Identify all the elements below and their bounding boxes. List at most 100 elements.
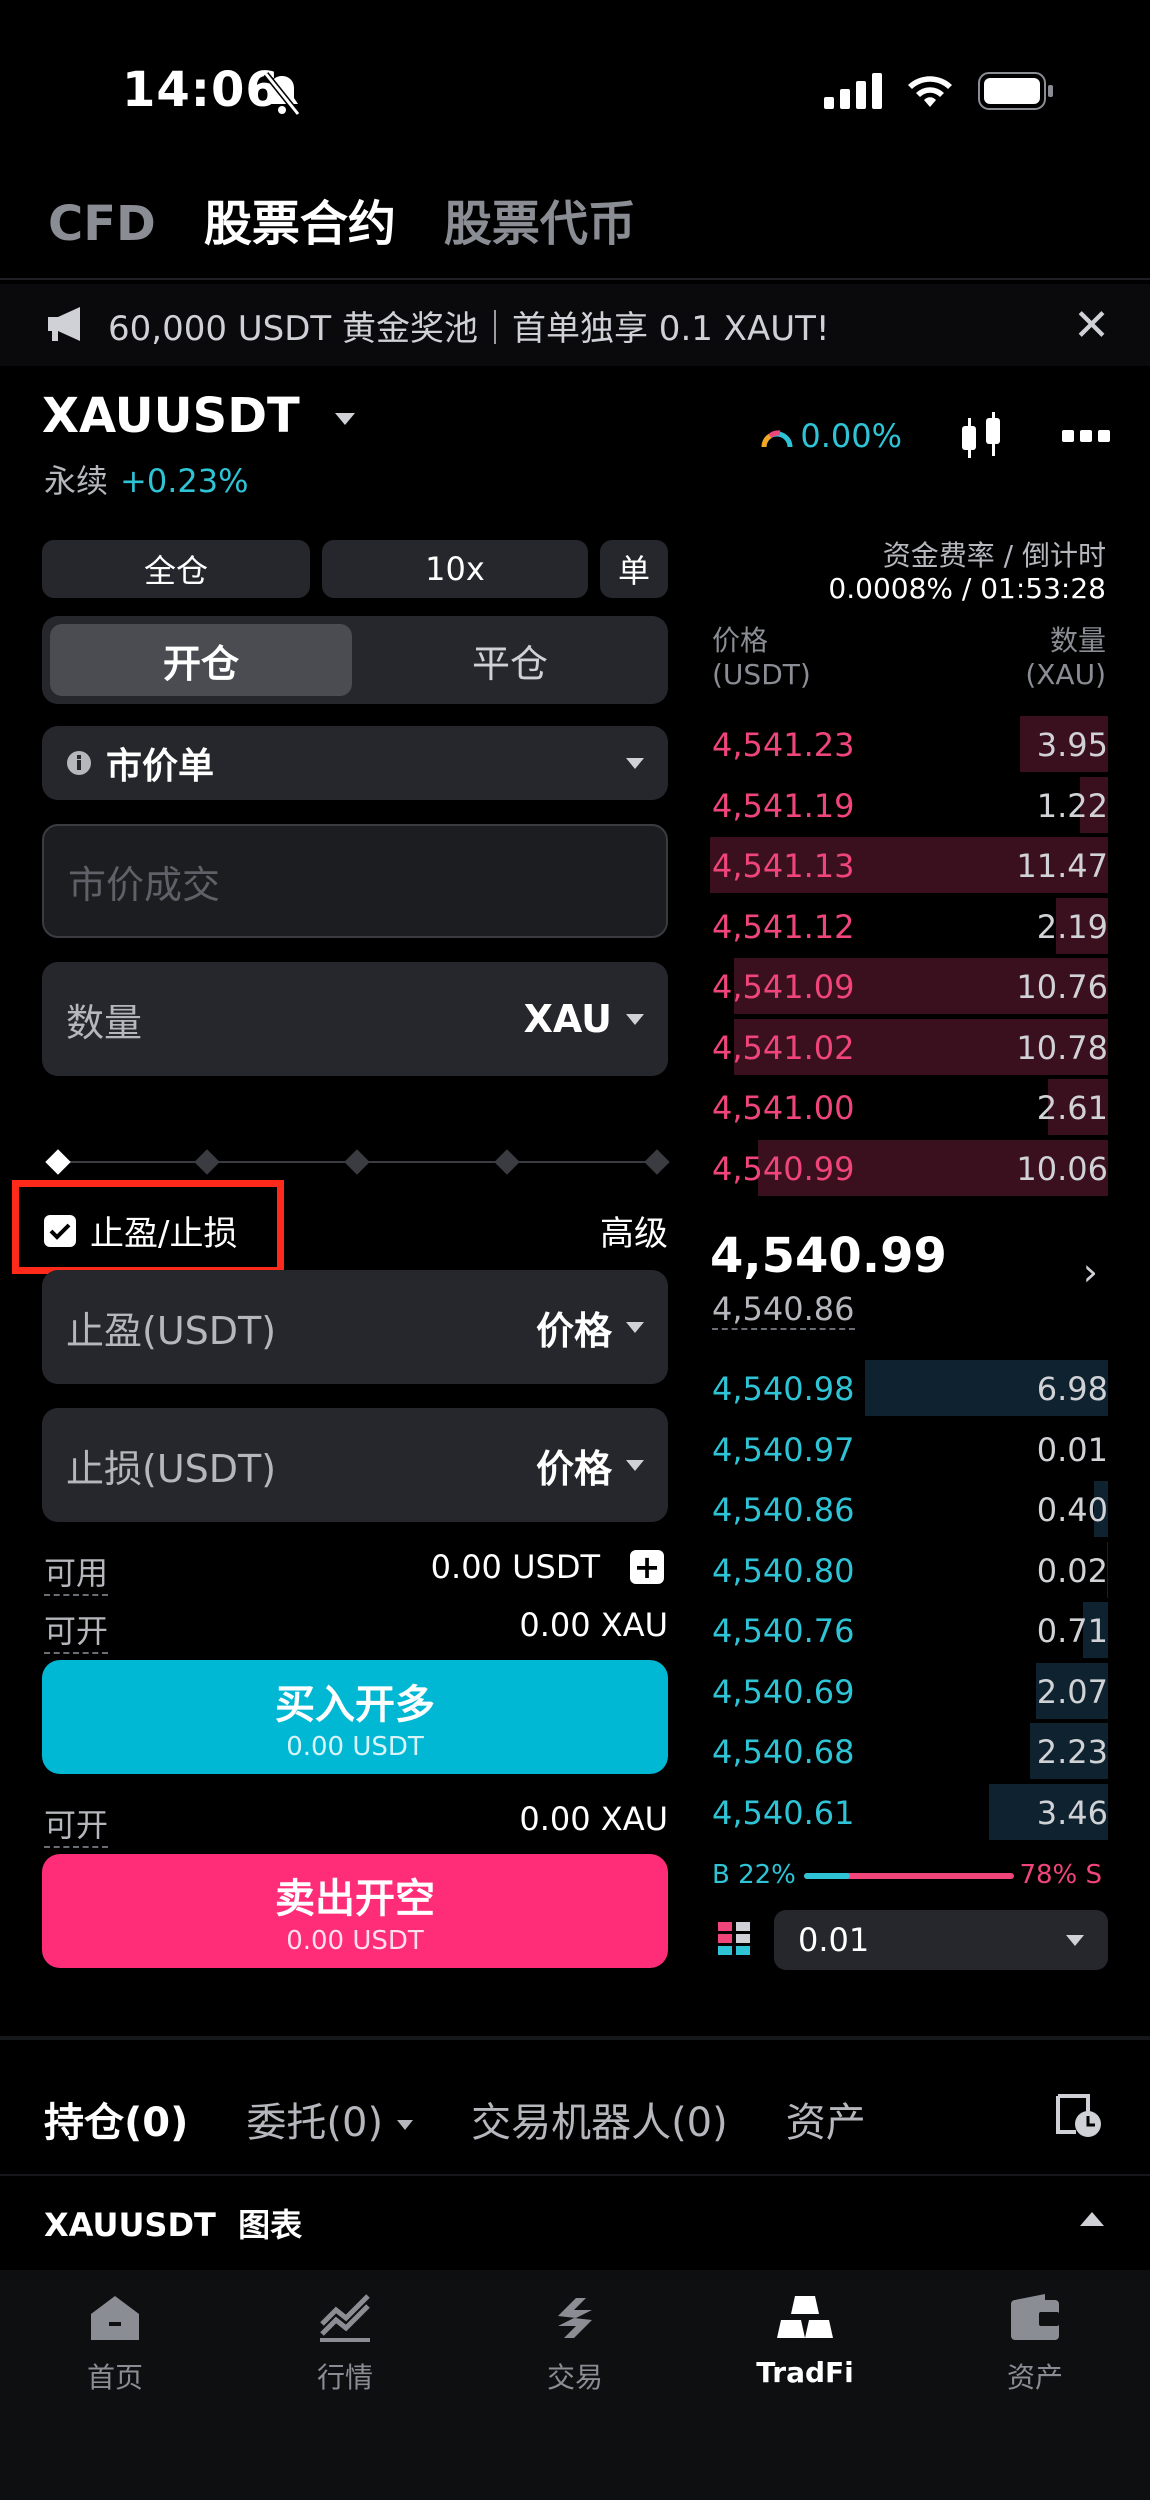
- ratio-bar: [804, 1873, 1014, 1879]
- close-icon[interactable]: ✕: [1073, 300, 1110, 351]
- advanced-link[interactable]: 高级: [600, 1206, 668, 1255]
- ask-row[interactable]: 4,541.19 1.22: [710, 775, 1108, 835]
- nav-markets[interactable]: 行情: [270, 2294, 420, 2396]
- ask-price: 4,541.12: [712, 907, 855, 946]
- bid-price: 4,540.86: [712, 1491, 855, 1529]
- slider-step[interactable]: [494, 1149, 520, 1175]
- orderbook-layout-icon[interactable]: [718, 1922, 752, 1960]
- stop-loss-mode[interactable]: 价格: [536, 1438, 612, 1493]
- ask-price: 4,541.02: [712, 1028, 855, 1067]
- chevron-down-icon: [1066, 1934, 1084, 1946]
- gauge-indicator[interactable]: 0.00%: [760, 417, 902, 455]
- nav-trade-label: 交易: [546, 2361, 603, 2394]
- bid-price: 4,540.76: [712, 1612, 855, 1650]
- can-open-long-label[interactable]: 可开: [44, 1606, 109, 1654]
- precision-select[interactable]: 0.01: [774, 1910, 1108, 1970]
- bid-row[interactable]: 4,540.68 2.23: [710, 1721, 1108, 1781]
- tab-cfd[interactable]: CFD: [48, 196, 156, 252]
- bid-row[interactable]: 4,540.69 2.07: [710, 1661, 1108, 1721]
- stop-loss-label: 止损(USDT): [66, 1446, 277, 1491]
- bid-price: 4,540.61: [712, 1793, 855, 1832]
- nav-assets[interactable]: 资产: [960, 2294, 1110, 2396]
- tab-positions[interactable]: 持仓(0): [44, 2090, 188, 2148]
- bid-row[interactable]: 4,540.97 0.01: [710, 1419, 1108, 1479]
- nav-home-label: 首页: [86, 2361, 143, 2394]
- available-label[interactable]: 可用: [44, 1548, 109, 1596]
- take-profit-mode[interactable]: 价格: [536, 1300, 612, 1355]
- orderbook-qty-header: 数量 (XAU): [1025, 624, 1106, 692]
- tab-stock-contract[interactable]: 股票合约: [204, 184, 396, 254]
- battery-icon: [978, 72, 1053, 110]
- nav-trade[interactable]: 交易: [500, 2294, 650, 2396]
- sell-sub: 0.00 USDT: [286, 1926, 424, 1956]
- ask-row[interactable]: 4,540.99 10.06: [710, 1138, 1108, 1198]
- ask-price: 4,541.09: [712, 968, 855, 1006]
- tab-close[interactable]: 平仓: [360, 624, 660, 696]
- bid-price: 4,540.97: [712, 1430, 855, 1469]
- ask-price: 4,541.23: [712, 726, 855, 764]
- order-type-select[interactable]: 市价单: [42, 726, 668, 800]
- announcement-bar[interactable]: 60,000 USDT 黄金奖池｜首单独享 0.1 XAUT!: [0, 284, 1150, 366]
- bid-qty: 0.02: [1036, 1551, 1108, 1590]
- mark-price[interactable]: 4,540.86: [712, 1290, 855, 1330]
- bottom-tabs: 持仓(0) 委托(0) 交易机器人(0) 资产: [44, 2090, 866, 2148]
- announcement-text: 60,000 USDT 黄金奖池｜首单独享 0.1 XAUT!: [108, 308, 830, 349]
- bid-qty: 2.23: [1036, 1733, 1108, 1771]
- sell-short-button[interactable]: 卖出开空 0.00 USDT: [42, 1854, 668, 1968]
- ask-row[interactable]: 4,541.13 11.47: [710, 835, 1108, 895]
- tab-open[interactable]: 开仓: [50, 624, 352, 696]
- leverage-button[interactable]: 10x: [322, 540, 588, 598]
- ask-row[interactable]: 4,541.12 2.19: [710, 896, 1108, 956]
- tpsl-checkbox[interactable]: 止盈/止损: [44, 1206, 237, 1255]
- history-icon[interactable]: [1054, 2090, 1104, 2138]
- stop-loss-input[interactable]: 止损(USDT) 价格: [42, 1408, 668, 1522]
- candlestick-chart-icon[interactable]: [958, 412, 1006, 460]
- take-profit-input[interactable]: 止盈(USDT) 价格: [42, 1270, 668, 1384]
- ask-qty: 2.61: [1036, 1089, 1108, 1127]
- bid-row[interactable]: 4,540.86 0.40: [710, 1479, 1108, 1539]
- tab-stock-token[interactable]: 股票代币: [444, 184, 636, 254]
- funding-rate-label[interactable]: 资金费率 / 倒计时: [883, 534, 1106, 574]
- can-open-long-value: 0.00 XAU: [519, 1606, 668, 1644]
- divider: [0, 278, 1150, 280]
- nav-tradfi-label: TradFi: [756, 2356, 854, 2389]
- ask-row[interactable]: 4,541.02 10.78: [710, 1017, 1108, 1077]
- quantity-unit[interactable]: XAU: [524, 997, 612, 1041]
- tab-bots[interactable]: 交易机器人(0): [471, 2090, 728, 2148]
- ask-row[interactable]: 4,541.00 2.61: [710, 1077, 1108, 1137]
- slider-handle[interactable]: [45, 1149, 71, 1175]
- ask-row[interactable]: 4,541.09 10.76: [710, 956, 1108, 1016]
- more-menu-icon[interactable]: [1062, 430, 1110, 442]
- tab-orders[interactable]: 委托(0): [246, 2090, 414, 2148]
- slider-step[interactable]: [644, 1149, 670, 1175]
- bid-row[interactable]: 4,540.80 0.02: [710, 1540, 1108, 1600]
- nav-tradfi[interactable]: TradFi: [730, 2294, 880, 2389]
- nav-home[interactable]: 首页: [40, 2294, 190, 2396]
- tab-assets[interactable]: 资产: [786, 2090, 866, 2148]
- price-input[interactable]: 市价成交: [42, 824, 668, 938]
- bid-qty: 0.40: [1036, 1491, 1108, 1529]
- buy-long-button[interactable]: 买入开多 0.00 USDT: [42, 1660, 668, 1774]
- bid-row[interactable]: 4,540.61 3.46: [710, 1782, 1108, 1842]
- chart-row-label[interactable]: XAUUSDT 图表: [44, 2200, 302, 2246]
- wifi-icon: [908, 76, 952, 107]
- slider-step[interactable]: [344, 1149, 370, 1175]
- price-placeholder: 市价成交: [68, 862, 221, 907]
- margin-mode-button[interactable]: 全仓: [42, 540, 310, 598]
- chevron-down-icon: [397, 2120, 414, 2130]
- top-tabs: CFD 股票合约 股票代币: [48, 184, 636, 254]
- position-mode-button[interactable]: 单: [600, 540, 668, 598]
- ask-price: 4,541.19: [712, 786, 855, 825]
- slider-step[interactable]: [194, 1149, 220, 1175]
- buy-sub: 0.00 USDT: [286, 1732, 424, 1762]
- can-open-short-label[interactable]: 可开: [44, 1800, 109, 1848]
- chevron-right-icon[interactable]: ›: [1083, 1250, 1098, 1294]
- chevron-up-icon[interactable]: [1080, 2212, 1104, 2226]
- bid-row[interactable]: 4,540.98 6.98: [710, 1358, 1108, 1418]
- ask-row[interactable]: 4,541.23 3.95: [710, 714, 1108, 774]
- add-funds-icon[interactable]: +: [630, 1548, 664, 1586]
- quantity-input[interactable]: 数量 XAU: [42, 962, 668, 1076]
- bid-row[interactable]: 4,540.76 0.71: [710, 1600, 1108, 1660]
- symbol-selector[interactable]: XAUUSDT: [42, 388, 355, 444]
- exchange-icon: [558, 2298, 592, 2338]
